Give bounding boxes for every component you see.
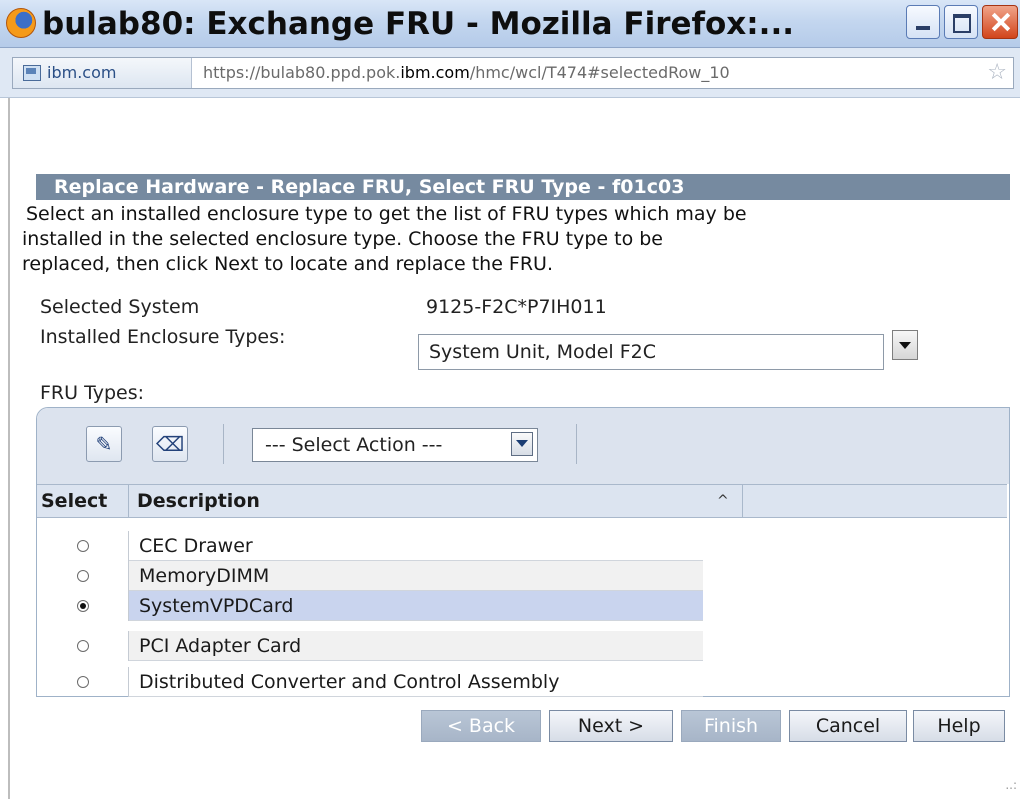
url-prefix: https://bulab80.ppd.pok.: [203, 63, 401, 82]
select-cell: [37, 631, 129, 661]
back-button[interactable]: < Back: [421, 710, 541, 742]
table-row[interactable]: Distributed Converter and Control Assemb…: [37, 667, 703, 697]
eraser-icon[interactable]: ⌫: [152, 426, 188, 462]
enclosure-types-label: Installed Enclosure Types:: [40, 326, 286, 348]
description-cell: SystemVPDCard: [129, 591, 703, 621]
description-cell: PCI Adapter Card: [129, 631, 703, 661]
next-button[interactable]: Next >: [549, 710, 673, 742]
window-title: bulab80: Exchange FRU - Mozilla Firefox:…: [42, 6, 795, 42]
table-row[interactable]: MemoryDIMM: [37, 561, 703, 591]
minimize-button[interactable]: [906, 5, 940, 39]
selected-system-label: Selected System: [40, 296, 200, 318]
description-cell: Distributed Converter and Control Assemb…: [129, 667, 703, 697]
fru-types-label: FRU Types:: [40, 382, 145, 404]
select-cell: [37, 561, 129, 591]
enclosure-dropdown-arrow-icon[interactable]: [892, 330, 918, 360]
maximize-button[interactable]: [944, 5, 978, 39]
instructions-text: Select an installed enclosure type to ge…: [22, 202, 1012, 277]
instructions-line: installed in the selected enclosure type…: [22, 228, 663, 250]
row-radio[interactable]: [77, 540, 89, 552]
enclosure-type-select[interactable]: System Unit, Model F2C: [418, 334, 884, 370]
window-titlebar[interactable]: bulab80: Exchange FRU - Mozilla Firefox:…: [0, 0, 1020, 48]
row-radio[interactable]: [77, 570, 89, 582]
sort-ascending-icon[interactable]: ^: [717, 485, 729, 517]
description-cell: CEC Drawer: [129, 531, 703, 561]
instructions-line: replaced, then click Next to locate and …: [22, 253, 554, 275]
resize-grip-icon[interactable]: [1003, 776, 1017, 790]
site-name: ibm.com: [47, 63, 117, 82]
close-button[interactable]: [982, 5, 1018, 39]
finish-button[interactable]: Finish: [681, 710, 781, 742]
toolbar-separator: [223, 424, 224, 464]
description-cell: MemoryDIMM: [129, 561, 703, 591]
table-header: Select Description ^: [37, 484, 1007, 518]
row-radio[interactable]: [77, 676, 89, 688]
address-field[interactable]: ibm.com https://bulab80.ppd.pok.ibm.com/…: [12, 57, 1014, 89]
url-text[interactable]: https://bulab80.ppd.pok.ibm.com/hmc/wcl/…: [203, 58, 730, 88]
instructions-line: Select an installed enclosure type to ge…: [26, 203, 747, 225]
row-radio-checked[interactable]: [77, 600, 89, 612]
column-header-description[interactable]: Description: [129, 485, 743, 517]
select-action-dropdown[interactable]: --- Select Action ---: [252, 428, 538, 462]
column-header-select[interactable]: Select: [37, 485, 129, 517]
window-left-edge: [8, 98, 10, 799]
table-row-selected[interactable]: SystemVPDCard: [37, 591, 703, 621]
help-button[interactable]: Help: [913, 710, 1005, 742]
site-icon: [23, 65, 41, 81]
row-radio[interactable]: [77, 640, 89, 652]
select-cell: [37, 531, 129, 561]
table-row[interactable]: PCI Adapter Card: [37, 631, 703, 661]
url-bar: ibm.com https://bulab80.ppd.pok.ibm.com/…: [0, 48, 1020, 98]
select-cell: [37, 591, 129, 621]
panel-title: Replace Hardware - Replace FRU, Select F…: [36, 174, 1010, 200]
url-domain: ibm.com: [400, 63, 470, 82]
url-suffix: /hmc/wcl/T474#selectedRow_10: [469, 63, 730, 82]
select-cell: [37, 667, 129, 697]
table-row[interactable]: CEC Drawer: [37, 531, 703, 561]
firefox-icon: [6, 8, 36, 38]
cancel-button[interactable]: Cancel: [789, 710, 907, 742]
bookmark-star-icon[interactable]: ☆: [987, 61, 1007, 85]
edit-pencil-icon[interactable]: ✎: [86, 426, 122, 462]
chevron-down-icon[interactable]: [511, 432, 533, 456]
site-identity-badge[interactable]: ibm.com: [13, 58, 192, 88]
toolbar-separator: [576, 424, 577, 464]
selected-system-value: 9125-F2C*P7IH011: [426, 296, 607, 318]
